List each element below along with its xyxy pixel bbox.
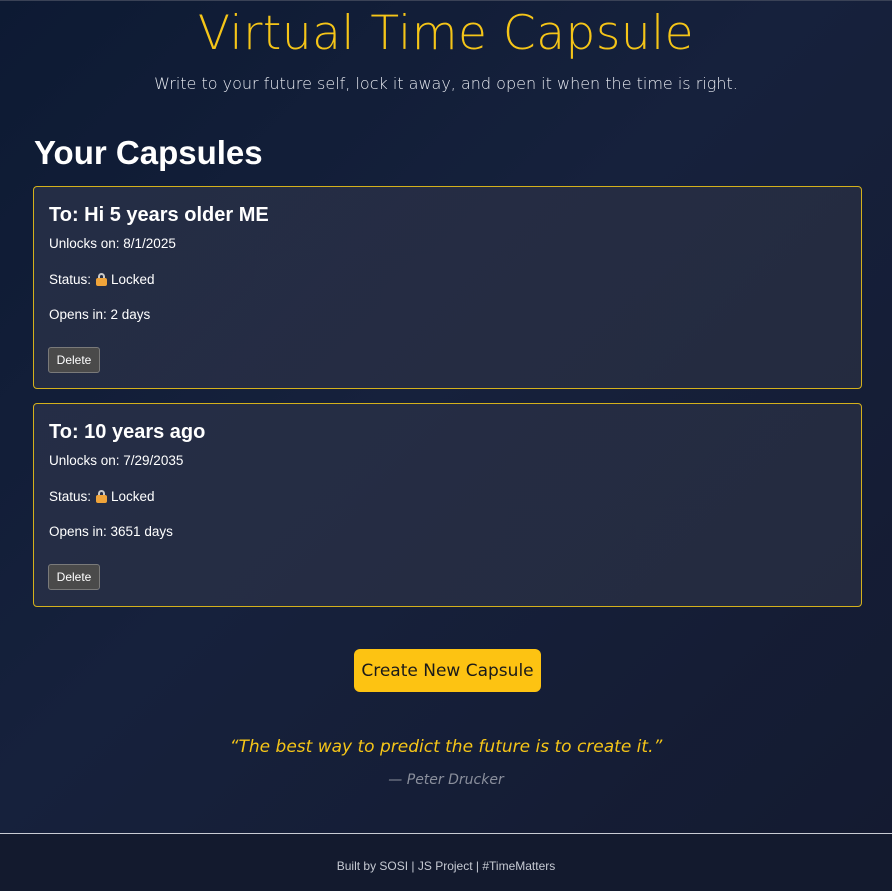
section-title: Your Capsules [34,134,263,171]
status-value: Locked [111,489,155,504]
page-header: Virtual Time Capsule Write to your futur… [0,1,892,93]
status-label: Status: [49,489,92,504]
capsule-recipient: To: Hi 5 years older ME [49,204,269,226]
footer-text: Built by SOSI | JS Project | #TimeMatter… [336,859,556,873]
capsule-status: Status: Locked [49,489,155,505]
delete-button[interactable]: Delete [48,347,100,373]
quote-author: — Peter Drucker [388,772,504,788]
capsule-recipient: To: 10 years ago [49,421,206,443]
capsule-countdown: Opens in: 3651 days [49,524,173,539]
quote-text: “The best way to predict the future is t… [229,737,663,757]
lock-icon [96,273,108,286]
app-subtitle: Write to your future self, lock it away,… [154,74,738,93]
capsule-unlock-date: Unlocks on: 7/29/2035 [49,453,184,468]
page-footer: Built by SOSI | JS Project | #TimeMatter… [0,833,892,891]
capsule-countdown: Opens in: 2 days [49,307,151,322]
capsule-card: To: Hi 5 years older ME Unlocks on: 8/1/… [33,186,862,389]
status-value: Locked [111,272,155,287]
status-label: Status: [49,272,92,287]
capsule-list: To: Hi 5 years older ME Unlocks on: 8/1/… [33,186,862,621]
capsule-unlock-date: Unlocks on: 8/1/2025 [49,236,176,251]
delete-button[interactable]: Delete [48,564,100,590]
lock-icon [96,490,108,503]
capsule-card: To: 10 years ago Unlocks on: 7/29/2035 S… [33,403,862,607]
create-capsule-button[interactable]: Create New Capsule [354,649,541,692]
capsule-status: Status: Locked [49,272,155,288]
app-title: Virtual Time Capsule [197,6,695,61]
